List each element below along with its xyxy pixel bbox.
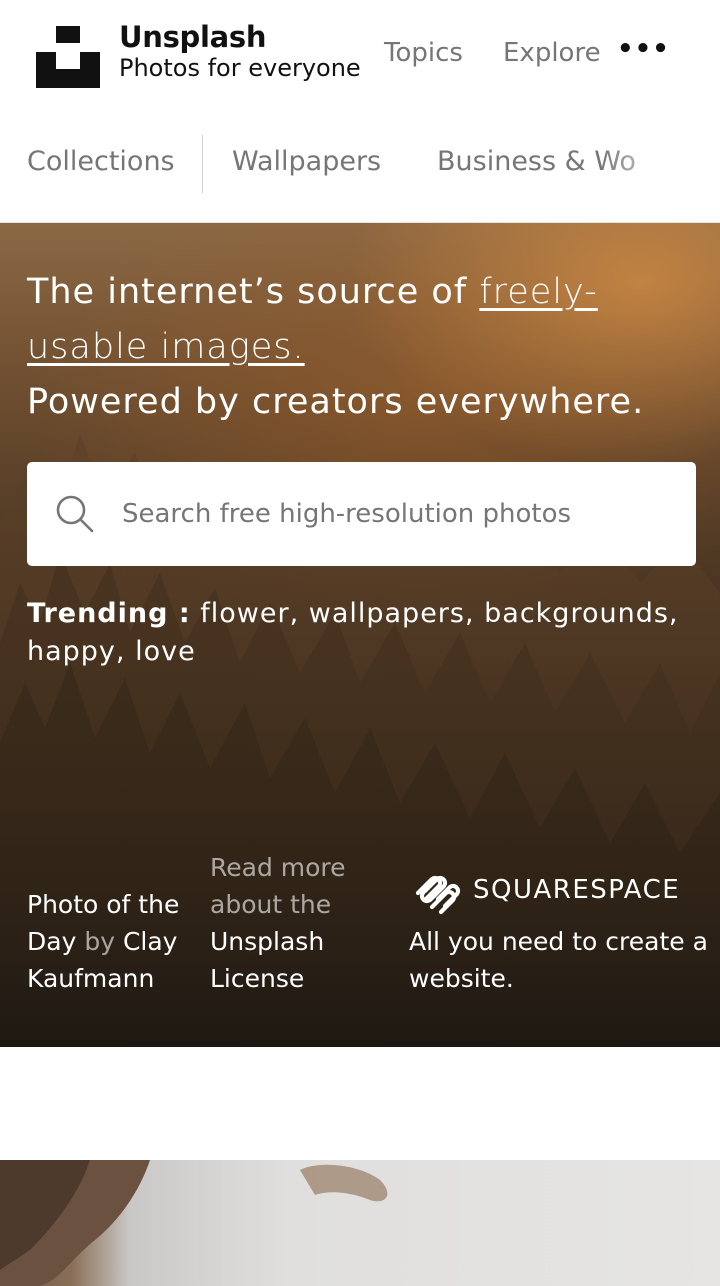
nav-explore-link[interactable]: Explore <box>503 38 601 68</box>
category-tabs: Collections Wallpapers Business & Wo <box>0 112 720 223</box>
tab-collections[interactable]: Collections <box>27 146 175 177</box>
search-input[interactable] <box>122 462 682 566</box>
search-bar <box>27 462 696 566</box>
license-intro: Read more about the <box>210 853 346 919</box>
trending-keyword-love[interactable]: love <box>135 636 196 667</box>
trending-keyword-wallpapers[interactable]: wallpapers <box>309 598 465 629</box>
brand-tagline: Photos for everyone <box>119 54 361 82</box>
trending-keyword-backgrounds[interactable]: backgrounds <box>484 598 669 629</box>
trending-keyword-happy[interactable]: happy <box>27 636 116 667</box>
more-menu-icon[interactable]: ••• <box>617 34 670 64</box>
photo-preview-image <box>0 1160 388 1286</box>
headline-powered-by: Powered by creators everywhere. <box>27 382 645 422</box>
unsplash-logo[interactable] <box>36 26 100 88</box>
sponsor-tagline[interactable]: All you need to create a website. <box>409 923 709 997</box>
tabs-fade <box>600 112 720 222</box>
squarespace-logo-icon[interactable] <box>412 871 464 915</box>
site-header: Unsplash Photos for everyone Topics Expl… <box>0 0 720 110</box>
brand-name[interactable]: Unsplash <box>119 20 267 54</box>
photo-of-the-day: Photo of the Day by Clay Kaufmann <box>27 886 197 997</box>
tab-divider <box>202 135 203 193</box>
hero-section: The internet’s source of freely-usable i… <box>0 223 720 1047</box>
trending-keyword-flower[interactable]: flower <box>200 598 289 629</box>
trending-label: Trending : <box>27 598 191 629</box>
headline-intro: The internet’s source of <box>27 272 480 312</box>
unsplash-license-link[interactable]: Unsplash License <box>210 927 324 993</box>
trending-searches: Trending : flower, wallpapers, backgroun… <box>27 598 679 667</box>
nav-topics-link[interactable]: Topics <box>384 38 463 68</box>
tab-wallpapers[interactable]: Wallpapers <box>232 146 381 177</box>
license-notice: Read more about the Unsplash License <box>210 849 370 997</box>
sponsor-name[interactable]: SQUARESPACE <box>473 875 680 905</box>
photo-grid-preview[interactable] <box>0 1160 720 1286</box>
hero-headline: The internet’s source of freely-usable i… <box>27 265 707 430</box>
photo-by-text: by <box>84 927 115 956</box>
search-icon[interactable] <box>55 494 95 534</box>
